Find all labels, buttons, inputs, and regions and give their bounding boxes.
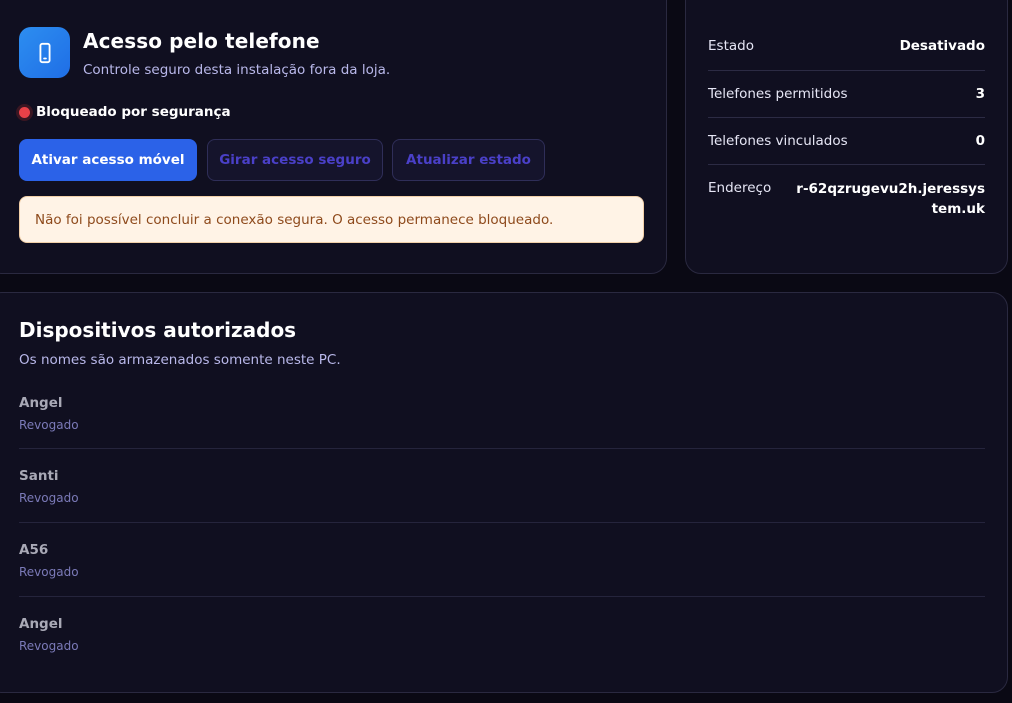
devices-title: Dispositivos autorizados bbox=[19, 318, 297, 342]
divider bbox=[19, 448, 985, 449]
device-status: Revogado bbox=[19, 491, 79, 505]
device-status: Revogado bbox=[19, 418, 79, 432]
device-list-item: A56 Revogado bbox=[19, 542, 985, 616]
status-label: Bloqueado por segurança bbox=[36, 104, 231, 120]
info-label: Telefones permitidos bbox=[708, 86, 848, 102]
page-subtitle: Controle seguro desta instalação fora da… bbox=[83, 62, 391, 78]
info-row-state: Estado Desativado bbox=[708, 38, 985, 54]
device-status: Revogado bbox=[19, 639, 79, 653]
device-list-item: Angel Revogado bbox=[19, 616, 985, 690]
divider bbox=[19, 596, 985, 597]
info-value: Desativado bbox=[899, 38, 985, 54]
phone-icon bbox=[19, 27, 70, 78]
divider bbox=[708, 117, 985, 118]
status-indicator: Bloqueado por segurança bbox=[18, 104, 231, 120]
info-row-allowed-phones: Telefones permitidos 3 bbox=[708, 86, 985, 102]
address-value: r-62qzrugevu2h.jeressystem.uk bbox=[796, 181, 985, 217]
status-dot-icon bbox=[19, 106, 30, 118]
page-title: Acesso pelo telefone bbox=[83, 29, 320, 53]
device-name: Santi bbox=[19, 468, 59, 484]
device-list-item: Angel Revogado bbox=[19, 395, 985, 469]
divider bbox=[708, 70, 985, 71]
activate-mobile-access-button[interactable]: Ativar acesso móvel bbox=[19, 139, 197, 181]
info-value: 3 bbox=[975, 86, 985, 102]
device-list-item: Santi Revogado bbox=[19, 468, 985, 542]
device-name: Angel bbox=[19, 395, 63, 411]
device-status: Revogado bbox=[19, 565, 79, 579]
error-alert: Não foi possível concluir a conexão segu… bbox=[19, 196, 644, 243]
refresh-status-button[interactable]: Atualizar estado bbox=[392, 139, 545, 181]
info-row-linked-phones: Telefones vinculados 0 bbox=[708, 133, 985, 149]
info-label: Telefones vinculados bbox=[708, 133, 848, 149]
devices-subtitle: Os nomes são armazenados somente neste P… bbox=[19, 352, 341, 368]
divider bbox=[708, 164, 985, 165]
error-alert-message: Não foi possível concluir a conexão segu… bbox=[35, 211, 554, 228]
device-name: A56 bbox=[19, 542, 49, 558]
divider bbox=[19, 522, 985, 523]
device-name: Angel bbox=[19, 616, 63, 632]
info-value: 0 bbox=[975, 133, 985, 149]
info-label: Endereço bbox=[708, 180, 772, 196]
info-label: Estado bbox=[708, 38, 754, 54]
rotate-secure-access-button[interactable]: Girar acesso seguro bbox=[207, 139, 383, 181]
